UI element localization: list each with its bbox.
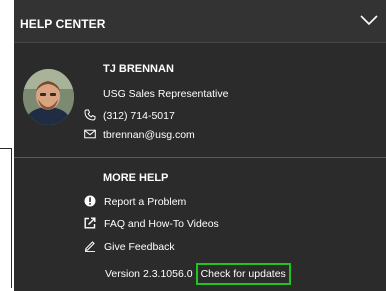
faq-videos-label: FAQ and How-To Videos bbox=[104, 218, 219, 230]
report-problem-link[interactable]: Report a Problem bbox=[84, 195, 186, 208]
more-help-title: MORE HELP bbox=[103, 172, 169, 184]
contact-phone-row[interactable]: (312) 714-5017 bbox=[84, 109, 175, 122]
alert-circle-icon bbox=[84, 195, 96, 207]
contact-email: tbrennan@usg.com bbox=[103, 129, 195, 141]
help-center-header: HELP CENTER bbox=[14, 0, 386, 43]
avatar bbox=[23, 69, 74, 125]
give-feedback-label: Give Feedback bbox=[104, 241, 175, 253]
help-center-title: HELP CENTER bbox=[20, 17, 106, 31]
version-line: Version 2.3.1056.0 Check for updates bbox=[105, 263, 291, 285]
external-link-icon bbox=[84, 217, 96, 229]
contact-role: USG Sales Representative bbox=[103, 88, 229, 100]
section-divider bbox=[14, 157, 386, 158]
faq-videos-link[interactable]: FAQ and How-To Videos bbox=[84, 217, 219, 230]
chevron-down-icon[interactable] bbox=[360, 14, 378, 26]
contact-name: TJ BRENNAN bbox=[103, 63, 174, 75]
report-problem-label: Report a Problem bbox=[104, 196, 187, 208]
background-window bbox=[0, 0, 14, 291]
background-window-frame bbox=[0, 148, 12, 288]
check-for-updates-button[interactable]: Check for updates bbox=[195, 263, 291, 285]
give-feedback-link[interactable]: Give Feedback bbox=[84, 240, 175, 253]
envelope-icon bbox=[84, 129, 96, 139]
pencil-icon bbox=[84, 241, 95, 252]
version-text: Version 2.3.1056.0 bbox=[105, 268, 193, 280]
contact-email-row[interactable]: tbrennan@usg.com bbox=[84, 128, 195, 141]
help-center-panel: HELP CENTER TJ BRENNAN USG Sales Represe… bbox=[14, 0, 386, 291]
phone-icon bbox=[84, 109, 96, 121]
contact-phone: (312) 714-5017 bbox=[103, 110, 175, 122]
